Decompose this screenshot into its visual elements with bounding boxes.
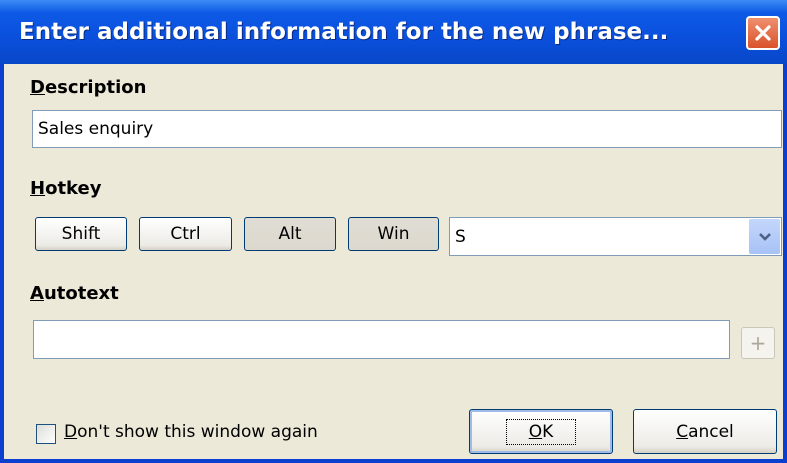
ok-button[interactable]: OK bbox=[469, 409, 613, 454]
plus-icon: + bbox=[749, 331, 767, 355]
hotkey-key-select[interactable]: S bbox=[449, 217, 782, 256]
add-autotext-button[interactable]: + bbox=[741, 327, 775, 359]
ctrl-toggle-button[interactable]: Ctrl bbox=[139, 217, 232, 251]
description-label: Description bbox=[30, 77, 147, 98]
hotkey-key-value: S bbox=[455, 226, 466, 247]
dialog-window: Enter additional information for the new… bbox=[0, 0, 787, 463]
dont-show-checkbox[interactable] bbox=[36, 424, 56, 444]
alt-toggle-button[interactable]: Alt bbox=[244, 217, 336, 251]
autotext-input[interactable] bbox=[33, 320, 730, 359]
dropdown-button[interactable] bbox=[749, 219, 780, 254]
close-icon bbox=[755, 25, 771, 41]
win-toggle-button[interactable]: Win bbox=[348, 217, 439, 251]
cancel-button[interactable]: Cancel bbox=[633, 409, 777, 454]
description-value: Sales enquiry bbox=[38, 119, 154, 139]
hotkey-label: Hotkey bbox=[30, 178, 102, 199]
title-bar[interactable]: Enter additional information for the new… bbox=[0, 0, 787, 64]
window-title: Enter additional information for the new… bbox=[19, 19, 669, 45]
chevron-down-icon bbox=[758, 232, 771, 241]
autotext-label: Autotext bbox=[30, 283, 119, 304]
dont-show-label[interactable]: Don't show this window again bbox=[64, 422, 318, 442]
description-input[interactable]: Sales enquiry bbox=[32, 110, 782, 148]
close-button[interactable] bbox=[746, 16, 780, 50]
shift-toggle-button[interactable]: Shift bbox=[35, 217, 127, 251]
